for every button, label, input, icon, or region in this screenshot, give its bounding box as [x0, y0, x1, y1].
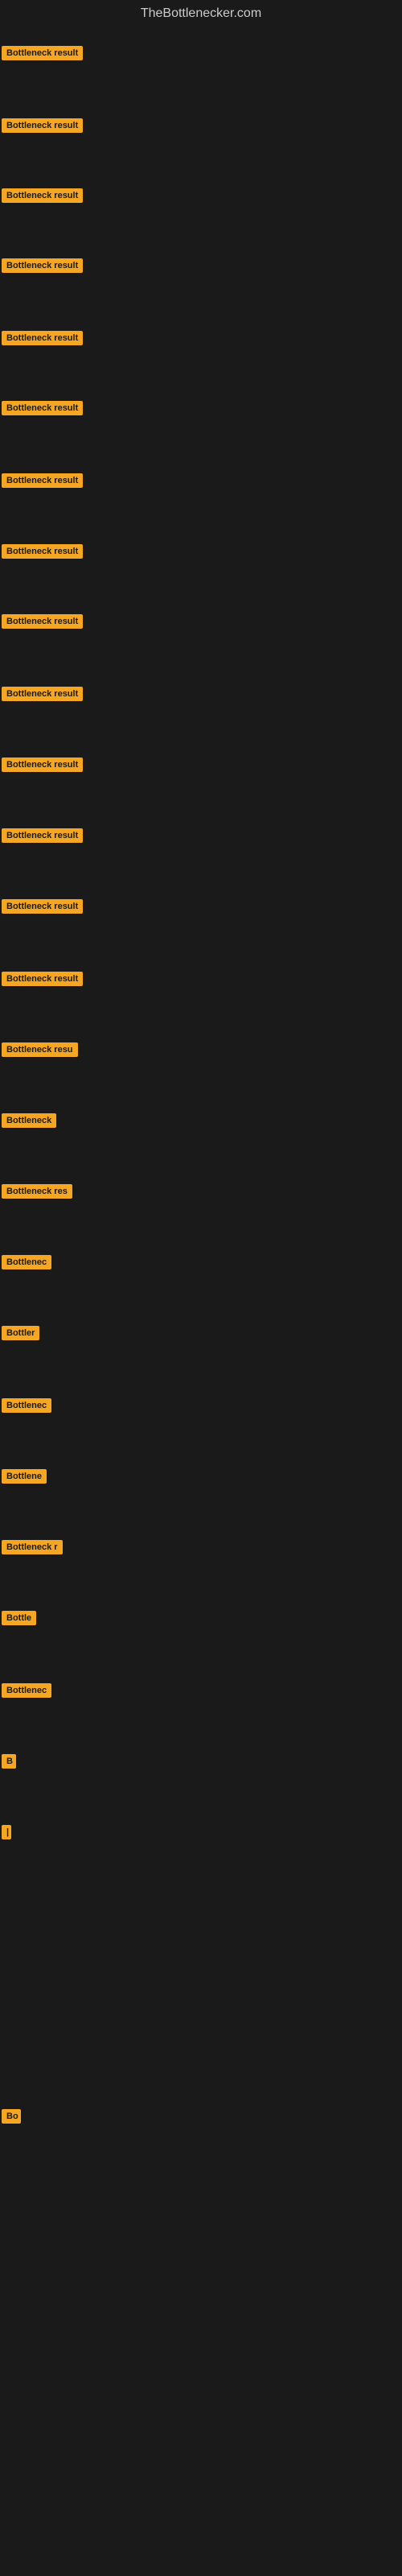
bottleneck-result-label: Bottleneck result — [2, 258, 83, 273]
bottleneck-result-label: Bottleneck result — [2, 188, 83, 203]
bottleneck-result-label: Bottler — [2, 1326, 39, 1340]
bottleneck-result-label: Bottlenec — [2, 1683, 51, 1698]
bottleneck-result-label: Bottlene — [2, 1469, 47, 1484]
bottleneck-result-label: Bottleneck result — [2, 899, 83, 914]
bottleneck-result-label: Bottleneck — [2, 1113, 56, 1128]
bottleneck-result-label: Bottleneck result — [2, 828, 83, 843]
bottleneck-result-label: Bottleneck result — [2, 46, 83, 60]
bottleneck-result-label: Bottleneck result — [2, 401, 83, 415]
bottleneck-result-label: Bottleneck result — [2, 544, 83, 559]
bottleneck-result-label: | — [2, 1825, 11, 1839]
bottleneck-result-label: Bottleneck resu — [2, 1042, 78, 1057]
bottleneck-result-label: Bottlenec — [2, 1398, 51, 1413]
bottleneck-result-label: Bottleneck result — [2, 118, 83, 133]
bottleneck-result-label: Bottleneck result — [2, 758, 83, 772]
bottleneck-result-label: Bo — [2, 2109, 21, 2124]
bottleneck-result-label: Bottlenec — [2, 1255, 51, 1269]
bottleneck-result-label: Bottleneck res — [2, 1184, 72, 1199]
bottleneck-result-label: B — [2, 1754, 16, 1769]
bottleneck-result-label: Bottle — [2, 1611, 36, 1625]
bottleneck-result-label: Bottleneck r — [2, 1540, 63, 1554]
bottleneck-result-label: Bottleneck result — [2, 473, 83, 488]
bottleneck-result-label: Bottleneck result — [2, 614, 83, 629]
site-title: TheBottlenecker.com — [0, 0, 402, 27]
bottleneck-result-label: Bottleneck result — [2, 972, 83, 986]
bottleneck-result-label: Bottleneck result — [2, 331, 83, 345]
bottleneck-result-label: Bottleneck result — [2, 687, 83, 701]
